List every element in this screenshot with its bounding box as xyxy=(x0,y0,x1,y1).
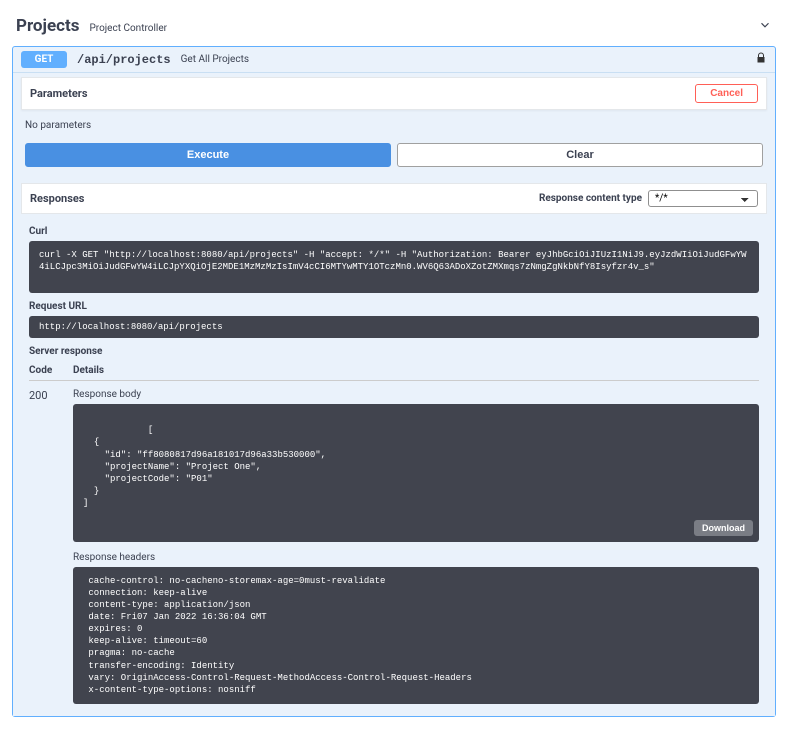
parameters-section: Parameters Cancel No parameters Execute … xyxy=(13,73,775,183)
response-body-label: Response body xyxy=(73,389,759,400)
tag-header[interactable]: Projects Project Controller xyxy=(12,12,776,44)
chevron-down-icon xyxy=(758,18,772,35)
code-column-header: Code xyxy=(29,365,73,376)
response-body-text: [ { "id": "ff8080817d96a181017d96a33b530… xyxy=(83,425,326,508)
response-content-type-label: Response content type xyxy=(539,193,642,204)
curl-block[interactable]: curl -X GET "http://localhost:8080/api/p… xyxy=(29,241,759,293)
execute-button[interactable]: Execute xyxy=(25,143,391,167)
responses-heading: Responses xyxy=(30,192,84,205)
parameters-bar: Parameters Cancel xyxy=(21,77,767,110)
curl-label: Curl xyxy=(29,226,759,237)
no-parameters-text: No parameters xyxy=(21,110,767,137)
status-code: 200 xyxy=(29,389,73,704)
endpoint-path: /api/projects xyxy=(77,53,171,67)
server-response-label: Server response xyxy=(29,346,759,357)
parameters-heading: Parameters xyxy=(30,87,87,100)
request-url-block[interactable]: http://localhost:8080/api/projects xyxy=(29,316,759,338)
operation-block: GET /api/projects Get All Projects Param… xyxy=(12,46,776,717)
lock-icon[interactable] xyxy=(755,52,767,67)
responses-bar: Responses Response content type */* xyxy=(21,183,767,214)
details-column-header: Details xyxy=(73,365,759,376)
response-row: 200 Response body [ { "id": "ff8080817d9… xyxy=(29,389,759,704)
endpoint-description: Get All Projects xyxy=(181,54,249,65)
tag-description: Project Controller xyxy=(89,23,167,34)
response-headers-block[interactable]: cache-control: no-cacheno-storemax-age=0… xyxy=(73,567,759,704)
download-button[interactable]: Download xyxy=(694,520,753,536)
response-body-block[interactable]: [ { "id": "ff8080817d96a181017d96a33b530… xyxy=(73,404,759,541)
clear-button[interactable]: Clear xyxy=(397,143,763,167)
http-method-badge: GET xyxy=(21,51,67,68)
tag-name: Projects xyxy=(16,16,79,36)
cancel-button[interactable]: Cancel xyxy=(695,84,758,103)
responses-section: Responses Response content type */* Curl… xyxy=(13,183,775,716)
response-table-header: Code Details xyxy=(29,361,759,381)
response-headers-label: Response headers xyxy=(73,552,759,563)
operation-summary[interactable]: GET /api/projects Get All Projects xyxy=(13,47,775,73)
response-content-type-select[interactable]: */* xyxy=(648,190,758,207)
request-url-label: Request URL xyxy=(29,301,759,312)
